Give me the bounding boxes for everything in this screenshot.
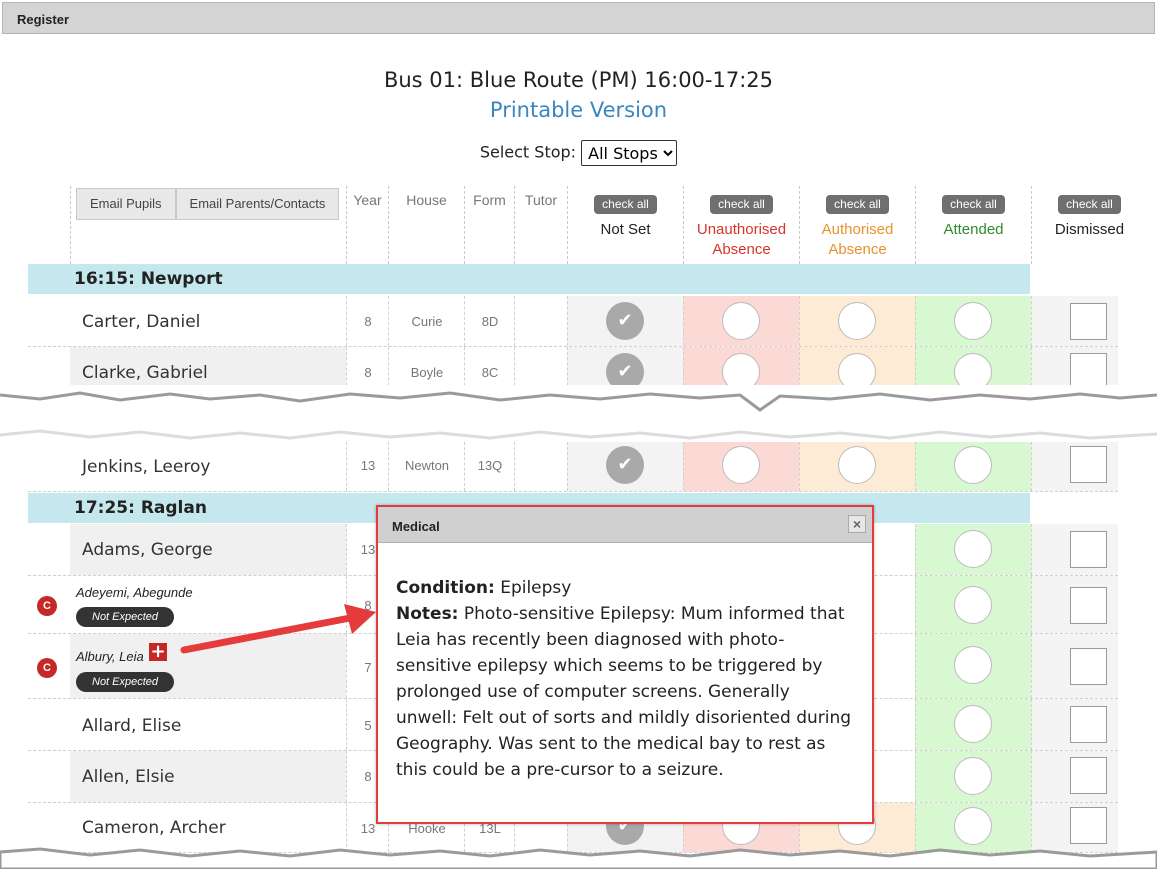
- tutor-header-label: Tutor: [524, 192, 558, 208]
- year-value: 13: [360, 458, 376, 473]
- attended-radio[interactable]: [954, 446, 992, 484]
- attended-column-header: check all Attended: [915, 186, 1031, 264]
- house-value: Boyle: [410, 365, 444, 380]
- house-value: Newton: [404, 458, 450, 473]
- pupil-name[interactable]: Adeyemi, Abegunde: [76, 585, 193, 600]
- not-set-column-header: check all Not Set: [567, 186, 683, 264]
- dismissed-checkbox[interactable]: [1070, 587, 1107, 624]
- medical-modal: Medical × Condition: Epilepsy Notes: Pho…: [376, 505, 874, 824]
- year-value: 8: [364, 365, 372, 380]
- check-all-attended-button[interactable]: check all: [942, 195, 1005, 214]
- not-set-header-label: Not Set: [600, 221, 651, 238]
- pupil-name[interactable]: Clarke, Gabriel: [82, 363, 208, 383]
- house-column-header: House: [388, 186, 464, 264]
- pupil-name[interactable]: Carter, Daniel: [82, 312, 200, 332]
- dismissed-checkbox[interactable]: [1070, 531, 1107, 568]
- dismissed-checkbox[interactable]: [1070, 706, 1107, 743]
- dismissed-column-header: check all Dismissed: [1031, 186, 1147, 264]
- attended-header-label: Attended: [943, 221, 1004, 238]
- unauthorised-header-label: Unauthorised Absence: [696, 221, 787, 258]
- notes-label: Notes:: [396, 604, 459, 624]
- authorised-header-label: Authorised Absence: [821, 221, 894, 258]
- route-title: Bus 01: Blue Route (PM) 16:00-17:25: [383, 68, 774, 92]
- dismissed-checkbox[interactable]: [1070, 446, 1107, 483]
- pupil-name[interactable]: Adams, George: [82, 540, 213, 560]
- attended-radio[interactable]: [954, 757, 992, 795]
- form-value: 13Q: [477, 458, 503, 473]
- select-stop-label: Select Stop:: [479, 142, 577, 162]
- attended-radio[interactable]: [954, 646, 992, 684]
- status-pill: Not Expected: [76, 672, 175, 692]
- condition-value: Epilepsy: [500, 578, 572, 598]
- status-pill: Not Expected: [76, 607, 175, 627]
- consent-badge[interactable]: C: [37, 658, 57, 678]
- notes-line: Notes: Photo-sensitive Epilepsy: Mum inf…: [396, 601, 854, 783]
- house-value: Curie: [411, 314, 443, 329]
- authorised-radio[interactable]: [838, 302, 876, 340]
- dismissed-checkbox[interactable]: [1070, 303, 1107, 340]
- torn-edge-bottom: [0, 847, 1157, 869]
- check-all-unauthorised-button[interactable]: check all: [710, 195, 773, 214]
- table-row: Carter, Daniel 8 Curie 8D ✔: [28, 296, 1118, 347]
- close-icon[interactable]: ×: [848, 515, 866, 533]
- select-stop-row: Select Stop: All Stops: [0, 140, 1157, 166]
- email-button-group: Email Pupils Email Parents/Contacts: [76, 188, 340, 220]
- form-value: 8D: [481, 314, 499, 329]
- house-header-label: House: [406, 192, 447, 208]
- attended-radio[interactable]: [954, 807, 992, 845]
- year-header-label: Year: [353, 192, 382, 208]
- authorised-radio[interactable]: [838, 446, 876, 484]
- check-all-dismissed-button[interactable]: check all: [1058, 195, 1121, 214]
- email-parents-button[interactable]: Email Parents/Contacts: [175, 188, 340, 220]
- unauthorised-radio[interactable]: [722, 302, 760, 340]
- attended-radio[interactable]: [954, 705, 992, 743]
- medical-icon[interactable]: +: [149, 643, 167, 661]
- table-row: Jenkins, Leeroy 13 Newton 13Q ✔: [28, 442, 1118, 492]
- condition-label: Condition:: [396, 578, 495, 598]
- check-all-not-set-button[interactable]: check all: [594, 195, 657, 214]
- pupil-name[interactable]: Cameron, Archer: [82, 818, 226, 838]
- stop-group-band: 16:15: Newport: [28, 264, 1030, 294]
- dismissed-checkbox[interactable]: [1070, 807, 1107, 844]
- condition-line: Condition: Epilepsy: [396, 575, 854, 601]
- email-pupils-button[interactable]: Email Pupils: [76, 188, 176, 220]
- attended-radio[interactable]: [954, 302, 992, 340]
- check-all-authorised-button[interactable]: check all: [826, 195, 889, 214]
- dismissed-checkbox[interactable]: [1070, 648, 1107, 685]
- dismissed-checkbox[interactable]: [1070, 757, 1107, 794]
- tutor-cell: [514, 296, 567, 346]
- year-value: 8: [364, 314, 372, 329]
- printable-version-link[interactable]: Printable Version: [0, 98, 1157, 122]
- select-stop-dropdown[interactable]: All Stops: [581, 140, 678, 166]
- stop-group-label: 17:25: Raglan: [74, 498, 207, 518]
- form-column-header: Form: [464, 186, 514, 264]
- dismissed-header-label: Dismissed: [1054, 221, 1125, 238]
- form-value: 8C: [481, 365, 499, 380]
- window-titlebar: Register: [2, 2, 1155, 34]
- not-set-check-icon[interactable]: ✔: [606, 446, 644, 484]
- consent-badge[interactable]: C: [37, 596, 57, 616]
- attended-radio[interactable]: [954, 530, 992, 568]
- year-column-header: Year: [346, 186, 388, 264]
- not-set-check-icon[interactable]: ✔: [606, 302, 644, 340]
- stop-group-label: 16:15: Newport: [74, 269, 223, 289]
- attended-radio[interactable]: [954, 586, 992, 624]
- modal-body: Condition: Epilepsy Notes: Photo-sensiti…: [378, 543, 872, 783]
- pupil-name[interactable]: Allen, Elsie: [82, 767, 175, 787]
- authorised-column-header: check all Authorised Absence: [799, 186, 915, 264]
- pupil-name[interactable]: Jenkins, Leeroy: [82, 457, 210, 477]
- unauthorised-radio[interactable]: [722, 446, 760, 484]
- modal-title: Medical: [392, 519, 440, 534]
- tutor-cell: [514, 442, 567, 491]
- pupil-name[interactable]: Albury, Leia: [76, 649, 144, 664]
- window-title: Register: [17, 12, 70, 27]
- notes-value: Photo-sensitive Epilepsy: Mum informed t…: [396, 604, 852, 780]
- form-header-label: Form: [473, 192, 506, 208]
- torn-edge-divider: [0, 385, 1157, 445]
- unauthorised-column-header: check all Unauthorised Absence: [683, 186, 799, 264]
- modal-header: Medical ×: [378, 507, 872, 543]
- tutor-column-header: Tutor: [514, 186, 567, 264]
- pupil-name[interactable]: Allard, Elise: [82, 716, 181, 736]
- pointer-arrow-icon: [180, 604, 376, 654]
